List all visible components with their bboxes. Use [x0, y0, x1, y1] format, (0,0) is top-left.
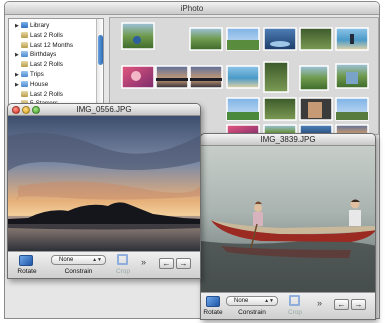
- crop-label: Crop: [115, 268, 131, 275]
- constrain-value: None: [59, 257, 74, 263]
- source-item[interactable]: ▶ Trips: [9, 70, 103, 80]
- roll-icon: [21, 90, 28, 97]
- crop-icon[interactable]: [289, 295, 300, 306]
- thumbnail[interactable]: [121, 22, 155, 50]
- next-button[interactable]: →: [351, 299, 366, 310]
- source-item-label: Last 12 Months: [30, 41, 74, 49]
- thumbnail[interactable]: [263, 27, 297, 51]
- thumbnail[interactable]: [263, 61, 289, 93]
- source-item-label: Trips: [30, 70, 44, 78]
- photo-window-img-0556: IMG_0556.JPG Rotate None ▲▼ Constrain Cr…: [7, 103, 201, 279]
- previous-button[interactable]: ←: [159, 258, 174, 269]
- source-item-label: Last 2 Rolls: [30, 61, 63, 69]
- thumbnail[interactable]: [226, 97, 260, 121]
- photo-window-title[interactable]: IMG_3839.JPG: [201, 134, 375, 146]
- source-list-scrollbar[interactable]: [96, 19, 103, 111]
- source-item-label: Library: [30, 22, 50, 29]
- folder-icon: [21, 80, 28, 87]
- thumbnail[interactable]: [299, 97, 333, 121]
- source-item[interactable]: ▶ Library: [9, 21, 103, 31]
- window-title-text: IMG_0556.JPG: [76, 105, 132, 114]
- thumbnail[interactable]: [263, 97, 297, 121]
- zoom-icon[interactable]: [32, 106, 40, 114]
- source-item[interactable]: Last 2 Rolls: [9, 60, 103, 70]
- folder-icon: [21, 70, 28, 77]
- library-icon: [21, 22, 28, 28]
- thumbnail[interactable]: [121, 65, 155, 89]
- photo-toolbar: Rotate None ▲▼ Constrain Crop » ← →: [201, 292, 375, 319]
- thumbnail[interactable]: [189, 27, 223, 51]
- rotate-label: Rotate: [203, 309, 223, 316]
- thumbnail[interactable]: [299, 27, 333, 51]
- source-list-scroll-thumb[interactable]: [98, 35, 103, 65]
- next-button[interactable]: →: [176, 258, 191, 269]
- roll-icon: [21, 61, 28, 68]
- source-item[interactable]: Last 2 Rolls: [9, 90, 103, 100]
- photo-toolbar: Rotate None ▲▼ Constrain Crop » ← →: [8, 251, 200, 278]
- select-caret-icon: ▲▼: [264, 298, 274, 304]
- constrain-value: None: [234, 298, 249, 304]
- rotate-icon[interactable]: [206, 296, 220, 307]
- more-tools-icon[interactable]: »: [141, 257, 146, 267]
- source-item-label: House: [30, 80, 49, 88]
- window-title-text: IMG_3839.JPG: [260, 135, 316, 144]
- source-item[interactable]: Last 2 Rolls: [9, 31, 103, 41]
- source-item[interactable]: ▶ House: [9, 80, 103, 90]
- source-item[interactable]: Last 12 Months: [9, 41, 103, 51]
- window-controls: [12, 106, 42, 118]
- roll-icon: [21, 41, 28, 48]
- crop-icon[interactable]: [117, 254, 128, 265]
- rotate-label: Rotate: [17, 268, 37, 275]
- sunset-photo: [8, 116, 200, 253]
- source-item[interactable]: ▶ Birthdays: [9, 50, 103, 60]
- thumbnail[interactable]: [335, 63, 369, 89]
- thumbnail[interactable]: [335, 97, 369, 121]
- thumbnail[interactable]: [189, 65, 223, 89]
- select-caret-icon: ▲▼: [92, 257, 102, 263]
- crop-label: Crop: [287, 309, 303, 316]
- constrain-label: Constrain: [238, 309, 266, 316]
- rotate-icon[interactable]: [19, 255, 33, 266]
- more-tools-icon[interactable]: »: [317, 298, 322, 308]
- source-item-label: Last 2 Rolls: [30, 31, 63, 39]
- thumbnail[interactable]: [226, 65, 260, 89]
- thumbnail[interactable]: [299, 65, 329, 91]
- source-item-label: Last 2 Rolls: [30, 90, 63, 98]
- close-icon[interactable]: [12, 106, 20, 114]
- minimize-icon[interactable]: [22, 106, 30, 114]
- folder-icon: [21, 51, 28, 58]
- thumbnail[interactable]: [335, 27, 369, 51]
- thumbnail[interactable]: [226, 27, 260, 51]
- constrain-label: Constrain: [64, 268, 93, 275]
- thumbnail[interactable]: [155, 65, 189, 89]
- previous-button[interactable]: ←: [334, 299, 349, 310]
- constrain-select[interactable]: None ▲▼: [226, 296, 278, 306]
- photo-window-img-3839: IMG_3839.JPG Rotate None ▲▼ Constrain Cr…: [200, 133, 376, 320]
- roll-icon: [21, 31, 28, 38]
- photo-window-title[interactable]: IMG_0556.JPG: [8, 104, 200, 116]
- constrain-select[interactable]: None ▲▼: [51, 255, 106, 265]
- main-window-title: iPhoto: [5, 2, 379, 15]
- source-list: ▶ Library Last 2 Rolls Last 12 Months ▶ Birth…: [8, 18, 104, 112]
- source-item-label: Birthdays: [30, 51, 57, 59]
- canoe-photo: [201, 146, 375, 294]
